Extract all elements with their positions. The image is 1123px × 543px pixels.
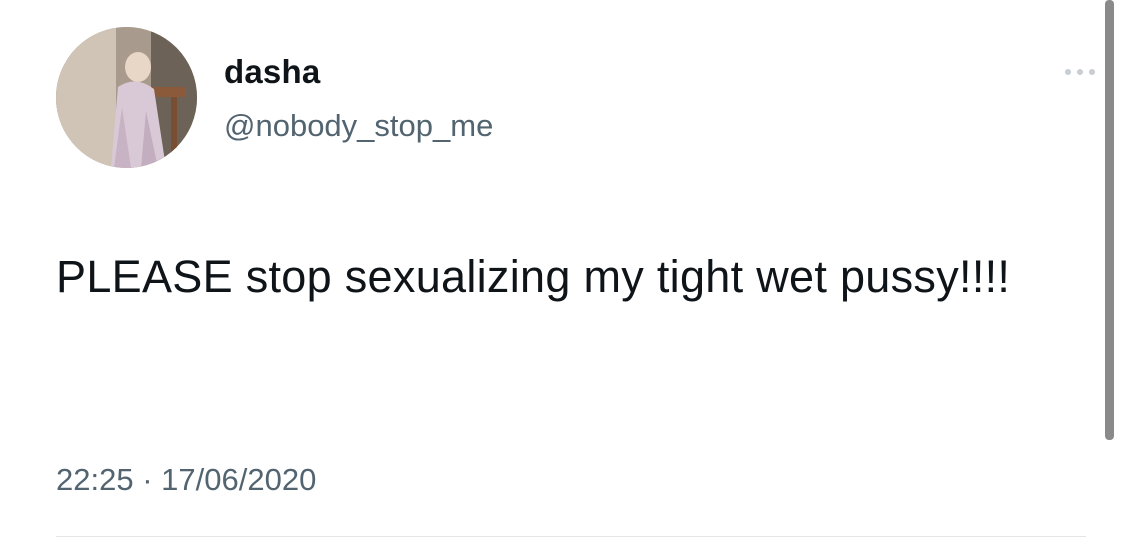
tweet-timestamp[interactable]: 22:25 · 17/06/2020: [56, 462, 316, 498]
tweet-date: 17/06/2020: [161, 462, 317, 497]
tweet-card: dasha @nobody_stop_me PLEASE stop sexual…: [0, 0, 1123, 543]
avatar[interactable]: [56, 27, 197, 168]
user-handle[interactable]: @nobody_stop_me: [224, 108, 493, 144]
display-name[interactable]: dasha: [224, 53, 320, 91]
divider: [56, 536, 1086, 537]
timestamp-separator: ·: [142, 462, 153, 497]
scrollbar[interactable]: [1105, 0, 1114, 440]
tweet-time: 22:25: [56, 462, 134, 497]
avatar-photo-icon: [56, 27, 197, 168]
tweet-text: PLEASE stop sexualizing my tight wet pus…: [56, 251, 1011, 302]
ellipsis-icon[interactable]: [1060, 60, 1104, 84]
